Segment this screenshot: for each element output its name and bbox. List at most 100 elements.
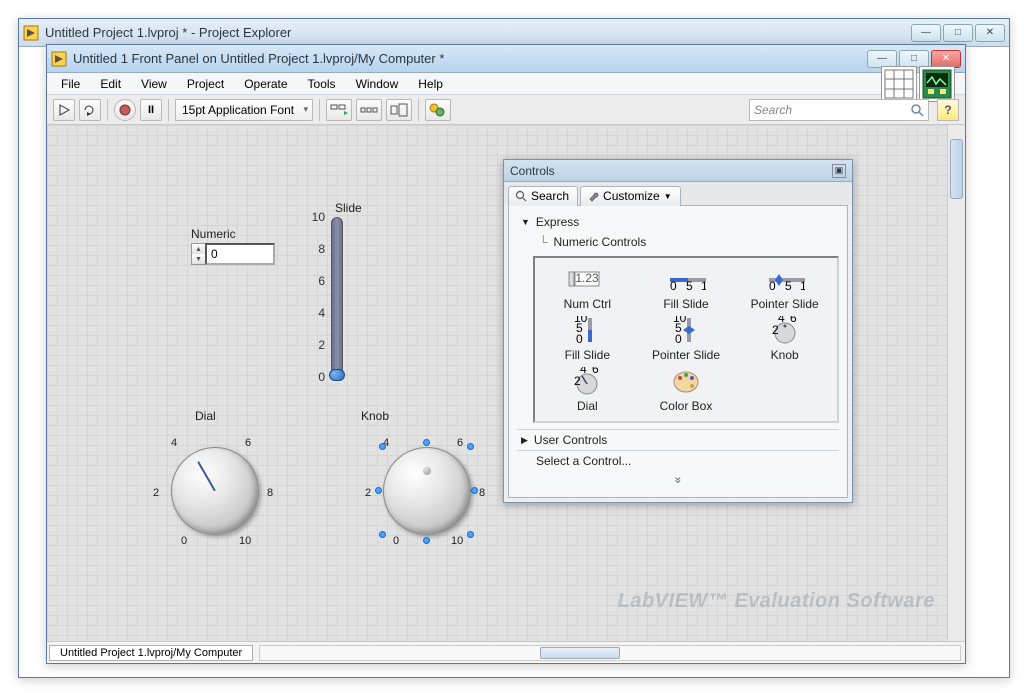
palette-item-num-ctrl[interactable]: 1.23 Num Ctrl: [541, 266, 634, 311]
distribute-button[interactable]: [356, 99, 382, 121]
svg-text:0: 0: [769, 279, 776, 292]
selection-handle[interactable]: [423, 439, 430, 446]
selection-handle[interactable]: [379, 443, 386, 450]
palette-pin-button[interactable]: ▣: [832, 164, 846, 178]
bg-title-bar[interactable]: Untitled Project 1.lvproj * - Project Ex…: [19, 19, 1009, 47]
slide-label: Slide: [335, 201, 362, 215]
slide-thumb[interactable]: [329, 369, 345, 381]
svg-text:4: 4: [778, 316, 785, 325]
dial-needle: [197, 461, 216, 491]
palette-customize-tab[interactable]: Customize▼: [580, 186, 681, 206]
svg-text:1.23: 1.23: [576, 271, 600, 285]
front-panel-canvas[interactable]: Numeric ▲▼ 0 Slide 10 8 6 4 2 0: [47, 125, 965, 641]
search-input[interactable]: Search: [749, 99, 929, 121]
dial-control[interactable]: Dial 0 2 4 6 8 10: [145, 409, 285, 555]
menu-view[interactable]: View: [133, 75, 175, 93]
numeric-spinner[interactable]: ▲▼: [191, 243, 205, 265]
selection-handle[interactable]: [467, 531, 474, 538]
menu-tools[interactable]: Tools: [300, 75, 344, 93]
toolbar: II 15pt Application Font Search ?: [47, 95, 965, 125]
bg-close-button[interactable]: ✕: [975, 24, 1005, 42]
scrollbar-thumb[interactable]: [950, 139, 963, 199]
svg-text:5: 5: [686, 279, 693, 292]
palette-item-pointer-slide-h[interactable]: 0510 Pointer Slide: [738, 266, 831, 311]
lv-icon: [51, 51, 67, 67]
svg-text:4: 4: [580, 367, 587, 376]
bg-window-title: Untitled Project 1.lvproj * - Project Ex…: [45, 25, 911, 40]
palette-icon-grid: 1.23 Num Ctrl 0510 Fill Slide 0510 Point…: [533, 256, 839, 423]
resize-objects-button[interactable]: [386, 99, 412, 121]
font-selector[interactable]: 15pt Application Font: [175, 99, 313, 121]
wrench-icon: [587, 190, 599, 202]
selection-handle[interactable]: [379, 531, 386, 538]
menu-window[interactable]: Window: [348, 75, 407, 93]
palette-user-controls[interactable]: ▶ User Controls: [517, 429, 839, 451]
palette-select-control[interactable]: Select a Control...: [517, 451, 839, 471]
palette-item-fill-slide-h[interactable]: 0510 Fill Slide: [640, 266, 733, 311]
menu-file[interactable]: File: [53, 75, 88, 93]
numeric-label: Numeric: [191, 227, 275, 241]
bg-maximize-button[interactable]: □: [943, 24, 973, 42]
alignment-grid-icon[interactable]: [881, 66, 917, 102]
context-help-button[interactable]: ?: [937, 99, 959, 121]
separator: [107, 99, 108, 121]
palette-expand-chevron[interactable]: »: [517, 471, 839, 491]
vertical-scrollbar[interactable]: [947, 125, 965, 641]
svg-text:6: 6: [592, 367, 599, 376]
menu-edit[interactable]: Edit: [92, 75, 129, 93]
lv-icon: [23, 25, 39, 41]
separator: [168, 99, 169, 121]
slide-track[interactable]: [331, 217, 343, 377]
scrollbar-thumb[interactable]: [540, 647, 620, 659]
slide-control[interactable]: Slide 10 8 6 4 2 0: [327, 201, 362, 377]
expand-arrow-icon: ▶: [521, 435, 528, 446]
palette-subcategory[interactable]: └ Numeric Controls: [517, 232, 839, 252]
menu-help[interactable]: Help: [410, 75, 451, 93]
knob-label: Knob: [361, 409, 497, 423]
separator: [319, 99, 320, 121]
svg-text:2: 2: [772, 323, 779, 337]
palette-item-pointer-slide-v[interactable]: 1050 Pointer Slide: [640, 317, 733, 362]
status-tab[interactable]: Untitled Project 1.lvproj/My Computer: [49, 645, 253, 661]
knob-face[interactable]: [383, 447, 471, 535]
palette-item-dial[interactable]: 246 Dial: [541, 368, 634, 413]
vi-icon[interactable]: [919, 66, 955, 102]
palette-item-knob[interactable]: 246 Knob: [738, 317, 831, 362]
selection-handle[interactable]: [471, 487, 478, 494]
dial-face[interactable]: [171, 447, 259, 535]
menu-operate[interactable]: Operate: [236, 75, 295, 93]
watermark: LabVIEW™ Evaluation Software: [618, 590, 935, 613]
numeric-value[interactable]: 0: [205, 243, 275, 265]
selection-handle[interactable]: [375, 487, 382, 494]
svg-text:0: 0: [670, 279, 677, 292]
tree-branch-icon: └: [539, 235, 548, 249]
selection-handle[interactable]: [423, 537, 430, 544]
fg-window-title: Untitled 1 Front Panel on Untitled Proje…: [73, 51, 867, 66]
svg-text:2: 2: [574, 374, 581, 388]
run-button[interactable]: [53, 99, 75, 121]
pause-button[interactable]: II: [140, 99, 162, 121]
palette-item-color-box[interactable]: Color Box: [640, 368, 733, 413]
fg-title-bar[interactable]: Untitled 1 Front Panel on Untitled Proje…: [47, 45, 965, 73]
separator: [418, 99, 419, 121]
palette-item-fill-slide-v[interactable]: 1050 Fill Slide: [541, 317, 634, 362]
menu-project[interactable]: Project: [179, 75, 232, 93]
palette-body: ▼ Express └ Numeric Controls 1.23 Num Ct…: [508, 205, 848, 498]
selection-handle[interactable]: [467, 443, 474, 450]
search-icon: [515, 190, 527, 202]
reorder-button[interactable]: [425, 99, 451, 121]
palette-title-bar[interactable]: Controls ▣: [504, 160, 852, 182]
align-button[interactable]: [326, 99, 352, 121]
knob-control[interactable]: Knob 0 2 4 6 8 10: [357, 409, 497, 555]
numeric-control[interactable]: Numeric ▲▼ 0: [191, 227, 275, 265]
bg-minimize-button[interactable]: —: [911, 24, 941, 42]
run-continuous-button[interactable]: [79, 99, 101, 121]
abort-button[interactable]: [114, 99, 136, 121]
search-icon: [910, 103, 924, 117]
svg-text:10: 10: [800, 279, 805, 292]
controls-palette[interactable]: Controls ▣ Search Customize▼ ▼ Express: [503, 159, 853, 503]
palette-title: Controls: [510, 164, 555, 178]
horizontal-scrollbar[interactable]: [259, 645, 961, 661]
palette-search-tab[interactable]: Search: [508, 186, 578, 206]
palette-category[interactable]: ▼ Express: [517, 212, 839, 232]
